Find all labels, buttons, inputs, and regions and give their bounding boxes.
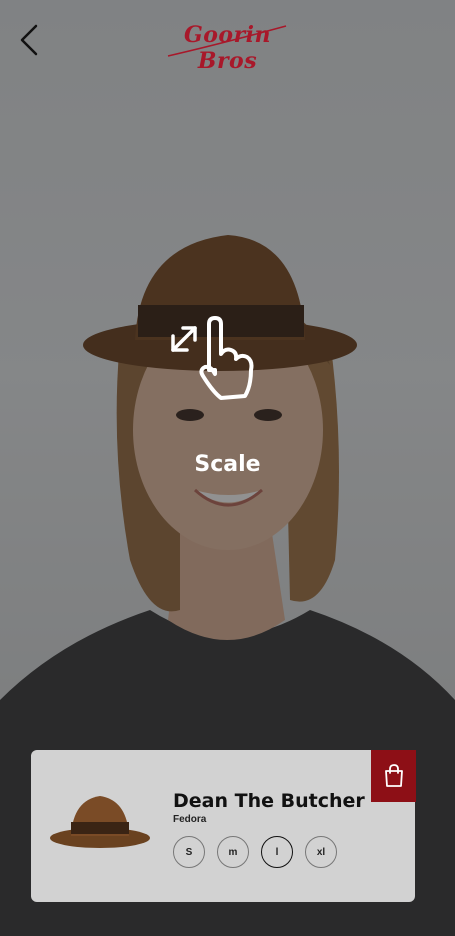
shopping-bag-icon	[384, 764, 403, 787]
product-thumbnail	[50, 796, 150, 848]
product-card: Dean The Butcher Fedora S m l xl	[31, 750, 415, 902]
size-selector: S m l xl	[173, 836, 337, 868]
size-option-m[interactable]: m	[217, 836, 249, 868]
gesture-hint-label: Scale	[194, 452, 261, 477]
brand-logo: Goorin Bros	[160, 14, 295, 74]
back-button[interactable]	[14, 20, 46, 60]
pinch-scale-hand-icon	[165, 312, 265, 407]
product-name: Dean The Butcher	[173, 790, 365, 812]
size-option-xl[interactable]: xl	[305, 836, 337, 868]
size-option-s[interactable]: S	[173, 836, 205, 868]
size-option-l[interactable]: l	[261, 836, 293, 868]
product-type: Fedora	[173, 814, 207, 825]
chevron-left-icon	[20, 24, 38, 56]
brand-logo-text: Goorin Bros	[183, 22, 272, 74]
try-on-screen: Goorin Bros Scale Dean The Butcher Fedor…	[0, 0, 455, 936]
add-to-cart-button[interactable]	[371, 750, 416, 802]
top-bar: Goorin Bros	[0, 0, 455, 80]
